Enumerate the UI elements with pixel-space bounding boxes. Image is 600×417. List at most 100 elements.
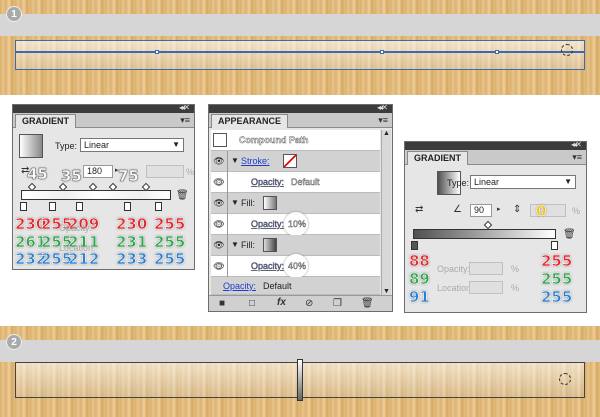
color-stop[interactable]: [551, 241, 558, 250]
type-dropdown[interactable]: Linear ▼: [470, 175, 576, 189]
stroke-row[interactable]: 👁 ▼ Stroke:: [211, 151, 380, 172]
divider: [227, 172, 228, 193]
dropdown-arrow-icon[interactable]: ▸: [497, 205, 501, 213]
fill-row[interactable]: 👁 ▼ Fill:: [211, 193, 380, 214]
anchor-point[interactable]: [380, 50, 384, 54]
path-line: [15, 51, 585, 53]
opacity-link[interactable]: Opacity:: [223, 281, 256, 291]
panel-menu-icon[interactable]: ▾≡: [572, 152, 582, 163]
gradient-slider-bar[interactable]: [413, 229, 556, 239]
chevron-down-icon: ▼: [564, 177, 572, 186]
eye-icon[interactable]: 👁: [213, 176, 225, 188]
opacity-link[interactable]: Opacity:: [251, 261, 285, 272]
eye-icon[interactable]: 👁: [213, 218, 225, 230]
gradient-swatch[interactable]: [19, 134, 43, 158]
red-value: 88: [409, 252, 430, 271]
green-value: 231: [116, 233, 148, 252]
color-stop[interactable]: [49, 202, 56, 211]
gradient-slider-bar[interactable]: [21, 190, 171, 200]
opacity-label: Opacity:: [437, 264, 471, 274]
stroke-link[interactable]: Stroke:: [241, 156, 270, 166]
green-value: 255: [154, 233, 186, 252]
thumbnail: [213, 133, 227, 147]
divider: [227, 256, 228, 277]
green-value: 255: [541, 270, 573, 289]
type-dropdown[interactable]: Linear ▼: [80, 138, 184, 152]
fill-square-icon[interactable]: □: [249, 298, 255, 309]
opacity-value: Default: [263, 281, 292, 291]
expand-arrow-icon[interactable]: ▼: [231, 240, 239, 249]
duplicate-icon[interactable]: ❐: [333, 298, 342, 309]
appearance-list: Compound Path 👁 ▼ Stroke: 👁 Opacity: Def…: [211, 130, 380, 295]
green-value: 89: [409, 270, 430, 289]
clear-icon[interactable]: ⊘: [305, 298, 313, 309]
blue-value: 255: [541, 288, 573, 307]
type-value: Linear: [84, 140, 110, 150]
trash-icon[interactable]: 🗑: [176, 190, 189, 201]
eye-icon[interactable]: 👁: [213, 197, 225, 209]
chevron-down-icon: ▼: [172, 140, 180, 149]
square-icon[interactable]: ■: [219, 298, 225, 309]
expand-arrow-icon[interactable]: ▼: [231, 198, 239, 207]
blue-value: 91: [409, 288, 430, 307]
stroke-opacity-row[interactable]: 👁 Opacity: Default: [211, 172, 380, 193]
eye-icon[interactable]: 👁: [213, 155, 225, 167]
opacity-link[interactable]: Opacity:: [251, 219, 285, 230]
aspect-ratio-icon: ⇕: [513, 204, 522, 215]
midpoint-diamond[interactable]: [483, 220, 493, 230]
angle-icon: ∠: [453, 204, 462, 215]
overlay-number: 75: [118, 167, 139, 186]
opacity-value: 40%: [288, 261, 307, 272]
reference-point-icon: [561, 44, 573, 56]
percent-label: %: [511, 283, 520, 293]
fill-gradient-swatch-icon[interactable]: [263, 238, 277, 252]
fill-row[interactable]: 👁 ▼ Fill:: [211, 235, 380, 256]
location-field: [469, 281, 503, 294]
panel-menu-icon[interactable]: ▾≡: [180, 115, 190, 126]
color-stop[interactable]: [411, 241, 418, 250]
opacity-link[interactable]: Opacity:: [251, 177, 285, 188]
panel-tab-bar: APPEARANCE ▾≡: [209, 113, 392, 128]
percent-label: %: [511, 264, 520, 274]
compound-path-row[interactable]: Compound Path: [211, 130, 380, 151]
opacity-label: Opacity:: [59, 223, 93, 233]
fx-icon[interactable]: fx: [277, 297, 286, 308]
step-2-artboard: 2: [0, 326, 600, 417]
type-label: Type:: [447, 178, 470, 188]
type-value: Linear: [474, 177, 500, 187]
angle-field[interactable]: 90: [470, 204, 492, 217]
gradient-panel-left: ◂◂ ✕ GRADIENT ▾≡ Type: Linear ▼ ⇄ 45 35 1…: [12, 103, 195, 270]
trash-icon[interactable]: 🗑: [563, 229, 576, 240]
fill-opacity-row[interactable]: 👁 Opacity: 40%: [211, 254, 380, 278]
panel-header-bar: ◂◂ ✕: [209, 103, 392, 113]
fill-gradient-swatch-icon[interactable]: [263, 196, 277, 210]
panel-menu-icon[interactable]: ▾≡: [378, 115, 388, 126]
stroke-none-swatch-icon[interactable]: [283, 154, 297, 168]
expand-arrow-icon[interactable]: ▼: [231, 156, 239, 165]
color-stop[interactable]: [155, 202, 162, 211]
angle-field[interactable]: 180: [83, 165, 113, 178]
anchor-point[interactable]: [495, 50, 499, 54]
gradient-tab[interactable]: GRADIENT: [407, 151, 468, 165]
color-stop[interactable]: [124, 202, 131, 211]
fill-opacity-row[interactable]: 👁 Opacity: 10%: [211, 212, 380, 236]
color-stop[interactable]: [20, 202, 27, 211]
gradient-tab[interactable]: GRADIENT: [15, 114, 76, 128]
gradient-annotator[interactable]: [297, 359, 303, 401]
opacity-field: [469, 262, 503, 275]
trash-icon[interactable]: 🗑: [361, 298, 374, 309]
selected-rectangle[interactable]: [15, 40, 585, 70]
appearance-tab[interactable]: APPEARANCE: [211, 114, 289, 128]
object-opacity-row[interactable]: Opacity: Default: [211, 277, 380, 295]
eye-icon[interactable]: 👁: [213, 260, 225, 272]
scrollbar[interactable]: ▲ ▼: [381, 130, 391, 295]
divider: [227, 235, 228, 256]
color-stop[interactable]: [76, 202, 83, 211]
step-number: 1: [6, 6, 22, 22]
eye-icon[interactable]: 👁: [213, 239, 225, 251]
scroll-up-icon[interactable]: ▲: [383, 130, 390, 137]
reverse-gradient-icon[interactable]: ⇄: [415, 204, 423, 215]
anchor-point[interactable]: [155, 50, 159, 54]
scroll-down-icon[interactable]: ▼: [383, 288, 390, 295]
panel-header-bar: ◂◂ ✕: [405, 140, 586, 150]
